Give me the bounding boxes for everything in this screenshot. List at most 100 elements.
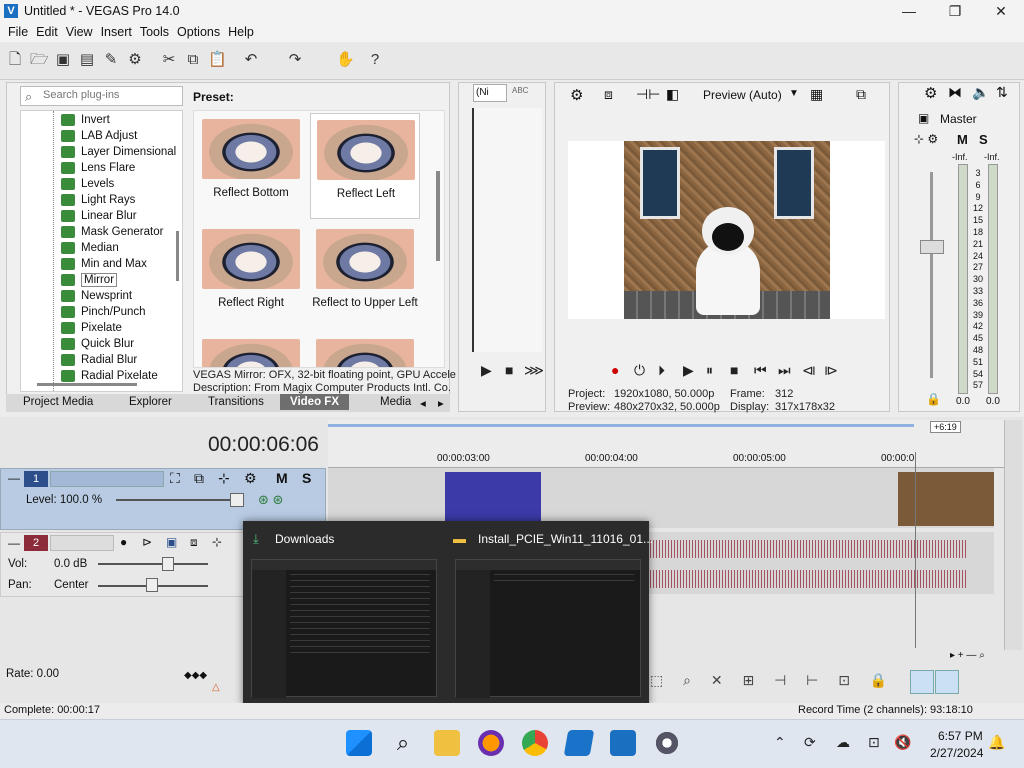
sync-icon[interactable]: ⟳: [804, 734, 816, 751]
plugin-item[interactable]: Light Rays: [61, 192, 182, 208]
maximize-button[interactable]: ❐: [932, 0, 978, 24]
trimmer-play-icon[interactable]: ▶: [481, 362, 492, 379]
pause-icon[interactable]: ⏸: [706, 362, 713, 379]
master-solo-button[interactable]: S: [979, 132, 988, 147]
clock-date[interactable]: 2/27/2024: [930, 746, 983, 760]
redo-icon[interactable]: ↷: [286, 51, 304, 69]
timeline-vertical-scrollbar[interactable]: [1004, 420, 1022, 650]
notification-bell-icon[interactable]: 🔔: [988, 734, 1005, 751]
invert-phase-icon[interactable]: ⧈: [190, 535, 198, 550]
mixer-icon[interactable]: ⇅: [996, 84, 1008, 101]
file-explorer-icon[interactable]: [434, 730, 460, 756]
help-icon[interactable]: ?: [366, 51, 384, 69]
plugin-item[interactable]: LAB Adjust: [61, 128, 182, 144]
menu-insert[interactable]: Insert: [101, 24, 132, 39]
composite-mode-icon[interactable]: ⊛ ⊛: [258, 492, 283, 508]
volume-muted-icon[interactable]: 🔇: [894, 734, 911, 751]
roblox-studio-icon[interactable]: [563, 730, 595, 756]
properties-gear-icon[interactable]: ⚙: [126, 51, 144, 69]
preset-item[interactable]: Reflect to Upper Left: [310, 223, 420, 329]
plugin-item[interactable]: Median: [61, 240, 182, 256]
master-fader-handle[interactable]: [920, 240, 944, 254]
track-fx-icon[interactable]: ⧉: [194, 470, 204, 487]
tab-media[interactable]: Media: [380, 396, 411, 408]
tab-scroll-left-icon[interactable]: ◂: [420, 396, 426, 410]
minimize-button[interactable]: —: [886, 0, 932, 24]
track-collapse-icon[interactable]: —: [8, 536, 20, 550]
firefox-icon[interactable]: [478, 730, 504, 756]
cut-icon[interactable]: ✂: [160, 51, 178, 69]
track-motion-icon[interactable]: ⛶: [170, 470, 180, 487]
plugin-item[interactable]: Min and Max: [61, 256, 182, 272]
settings-taskbar-icon[interactable]: [654, 730, 680, 756]
new-icon[interactable]: 🗋: [6, 51, 24, 69]
video-event-clip-1[interactable]: [445, 472, 541, 524]
track-1-solo-button[interactable]: S: [302, 470, 311, 486]
plugin-list-hscrollbar[interactable]: [37, 383, 137, 386]
video-track-lane[interactable]: [328, 468, 994, 528]
preset-item[interactable]: Reflect Right: [196, 223, 306, 329]
pan-slider-handle[interactable]: [146, 578, 158, 592]
chrome-icon[interactable]: [522, 730, 548, 756]
menu-edit[interactable]: Edit: [36, 24, 58, 39]
track-motion-icon[interactable]: ⊹: [212, 535, 222, 549]
rate-slider-icon[interactable]: ◆◆◆: [184, 670, 207, 681]
tray-chevron-icon[interactable]: ⌃: [774, 734, 786, 751]
tab-transitions[interactable]: Transitions: [208, 396, 264, 408]
undo-icon[interactable]: ↶: [242, 51, 260, 69]
master-mute-button[interactable]: M: [957, 132, 968, 147]
downloads-thumbnail[interactable]: [251, 559, 437, 698]
level-slider-handle[interactable]: [230, 493, 244, 507]
search-taskbar-icon[interactable]: ⌕: [390, 730, 416, 756]
track-1-name-field[interactable]: [50, 471, 164, 487]
trimmer-track[interactable]: [472, 108, 542, 352]
audio-icon[interactable]: ⊳: [142, 535, 152, 549]
video-event-clip-2[interactable]: [898, 472, 994, 526]
tab-project-media[interactable]: Project Media: [23, 396, 93, 408]
menu-file[interactable]: File: [8, 24, 28, 39]
overlay-icon[interactable]: ◧: [666, 86, 679, 103]
menu-tools[interactable]: Tools: [140, 24, 169, 39]
play-from-start-icon[interactable]: ⏵: [658, 362, 665, 379]
downmix-icon[interactable]: ⧓: [948, 84, 962, 101]
windows-start-icon[interactable]: [346, 730, 372, 756]
open-icon[interactable]: 🗁: [30, 51, 49, 69]
network-icon[interactable]: ⊡: [868, 734, 880, 751]
preset-item[interactable]: [196, 333, 306, 367]
plugin-item[interactable]: Quick Blur: [61, 336, 182, 352]
compositing-icon[interactable]: ⊹: [218, 470, 230, 487]
external-monitor-icon[interactable]: ⧈: [604, 86, 613, 103]
onedrive-icon[interactable]: ☁: [836, 734, 850, 751]
save-icon[interactable]: ▣: [54, 51, 72, 69]
preview-settings-gear-icon[interactable]: ⚙: [570, 86, 583, 104]
plugin-item[interactable]: Radial Blur: [61, 352, 182, 368]
auto-crossfade-icon[interactable]: [935, 670, 959, 694]
plugin-item[interactable]: Layer Dimensional: [61, 144, 182, 160]
tab-explorer[interactable]: Explorer: [129, 396, 172, 408]
save-as-icon[interactable]: ▤: [78, 51, 96, 69]
plugin-item[interactable]: Mask Generator: [61, 224, 182, 240]
tab-scroll-right-icon[interactable]: ▸: [438, 396, 444, 410]
copy-snapshot-icon[interactable]: ⧉: [856, 86, 866, 103]
copy-icon[interactable]: ⧉: [184, 51, 202, 69]
vol-slider-handle[interactable]: [162, 557, 174, 571]
plugin-item[interactable]: Levels: [61, 176, 182, 192]
plugin-item[interactable]: Lens Flare: [61, 160, 182, 176]
vegas-taskbar-icon[interactable]: [610, 730, 636, 756]
edit-tools-toolbar[interactable]: ⬚ ⌕ ✕ ⊞ ⊣ ⊢ ⊡ 🔒 ⚑ ⚐: [650, 672, 1024, 694]
snapping-magnet-icon[interactable]: [910, 670, 934, 694]
plugin-item[interactable]: Radial Pixelate: [61, 368, 182, 384]
preview-quality-dropdown-icon[interactable]: ▼: [789, 88, 799, 99]
playhead-cursor[interactable]: [915, 452, 916, 648]
speaker-icon[interactable]: 🔈: [972, 84, 989, 101]
track-settings-gear-icon[interactable]: ⚙: [244, 470, 257, 487]
plugin-item[interactable]: Linear Blur: [61, 208, 182, 224]
track-2-name-field[interactable]: [50, 535, 114, 551]
plugin-item-selected[interactable]: Mirror: [61, 272, 182, 288]
preset-scrollbar[interactable]: [436, 171, 440, 261]
master-lock-icon[interactable]: 🔒: [926, 392, 941, 406]
menu-help[interactable]: Help: [228, 24, 254, 39]
loop-region-bar[interactable]: [328, 424, 914, 427]
preset-item-selected[interactable]: Reflect Left: [310, 113, 420, 219]
master-fx-icon[interactable]: ⊹ ⚙: [914, 132, 938, 146]
